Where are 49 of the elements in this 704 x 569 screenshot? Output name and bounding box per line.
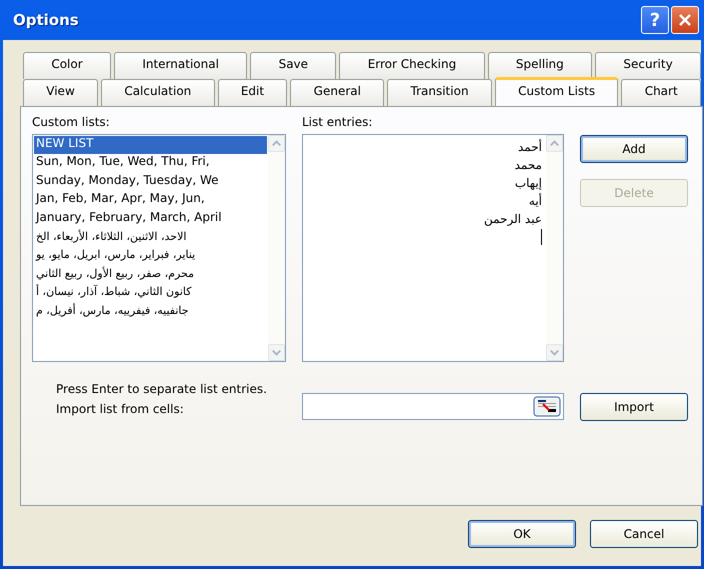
import-button[interactable]: Import: [580, 393, 688, 421]
list-item[interactable]: محرم، صفر، ربيع الأول، ربيع الثاني: [34, 264, 267, 284]
list-entry: محمد: [514, 157, 542, 174]
import-label: Import list from cells:: [55, 401, 185, 416]
list-item[interactable]: كانون الثاني، شباط، آذار، نيسان، أ: [34, 283, 267, 302]
list-entry: إيهاب: [514, 175, 542, 192]
list-item[interactable]: NEW LIST: [34, 136, 267, 154]
hint-text: Press Enter to separate list entries.: [56, 382, 268, 398]
range-select-icon[interactable]: [533, 396, 561, 417]
list-item[interactable]: Sunday, Monday, Tuesday, We: [34, 172, 267, 192]
tab[interactable]: Spelling: [488, 52, 592, 79]
tab[interactable]: Transition: [387, 79, 492, 106]
close-icon: [677, 12, 693, 28]
tab[interactable]: View: [23, 79, 98, 106]
window-title: Options: [13, 11, 80, 29]
help-button[interactable]: ?: [641, 6, 669, 34]
close-button[interactable]: [671, 6, 699, 34]
scroll-up-icon[interactable]: [268, 135, 285, 152]
list-entry: أيه: [528, 192, 542, 210]
tab[interactable]: Save: [250, 52, 336, 79]
tab[interactable]: General: [290, 79, 384, 106]
custom-lists-label: Custom lists:: [32, 115, 111, 131]
tab[interactable]: Security: [595, 52, 702, 79]
tab[interactable]: International: [114, 52, 248, 79]
list-entries-label: List entries:: [302, 115, 374, 131]
list-item[interactable]: يناير، فبراير، مارس، ابريل، مايو، يو: [34, 246, 267, 265]
dialog-button[interactable]: Cancel: [590, 520, 698, 548]
tab[interactable]: Color: [23, 52, 111, 79]
side-button[interactable]: Add: [580, 135, 688, 163]
scroll-down-icon[interactable]: [268, 344, 285, 361]
import-range-field[interactable]: [302, 393, 564, 420]
dialog-button[interactable]: OK: [468, 520, 576, 548]
scroll-up-icon[interactable]: [546, 135, 563, 152]
tab[interactable]: Calculation: [101, 79, 215, 106]
list-entry: أحمد: [518, 138, 542, 156]
scroll-down-icon[interactable]: [546, 344, 563, 361]
tab[interactable]: Error Checking: [339, 52, 485, 79]
text-cursor: [541, 229, 542, 245]
list-item[interactable]: Jan, Feb, Mar, Apr, May, Jun,: [34, 191, 267, 210]
list-entries-field[interactable]: أحمد محمد إيهاب أيه عبد الرحمن: [302, 134, 564, 362]
tab[interactable]: Custom Lists: [494, 77, 618, 106]
tab[interactable]: Edit: [218, 79, 288, 106]
custom-lists-box[interactable]: [32, 134, 286, 362]
list-entry: عبد الرحمن: [484, 211, 542, 228]
tab[interactable]: Chart: [621, 79, 701, 106]
list-item[interactable]: الاحد، الاثنين، الثلاثاء، الأربعاء، الخ: [34, 228, 267, 246]
list-item[interactable]: جانفييه، فيفرييه، مارس، أفريل، م: [34, 302, 267, 320]
list-item[interactable]: January, February, March, April: [34, 210, 267, 228]
list-item[interactable]: Sun, Mon, Tue, Wed, Thu, Fri,: [34, 154, 267, 173]
